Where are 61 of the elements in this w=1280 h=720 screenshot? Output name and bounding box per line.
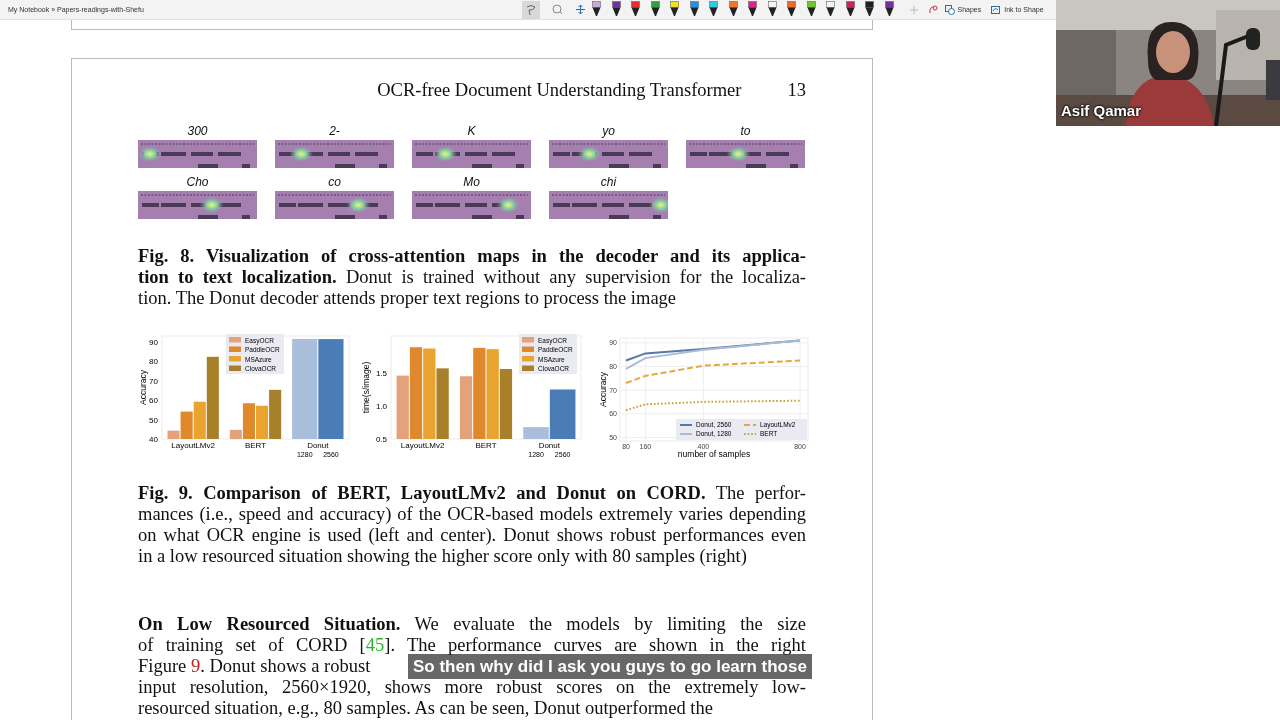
pen-icon[interactable] <box>787 1 796 18</box>
tick-label: 70 <box>149 376 158 386</box>
lasso-select-button[interactable] <box>522 0 540 19</box>
pen-icon[interactable] <box>689 1 699 18</box>
axis-label: time(s/image) <box>361 361 371 414</box>
pen-icon[interactable] <box>611 1 621 18</box>
tick-label: 0.5 <box>375 435 387 444</box>
pen-icon[interactable] <box>670 1 679 18</box>
category-label: BERT <box>244 441 267 450</box>
token-label: yo <box>602 123 615 140</box>
token-label: 300 <box>187 123 208 140</box>
running-title: OCR-free Document Understanding Transformer <box>377 79 742 101</box>
pen-icon[interactable] <box>884 1 894 18</box>
axis-label: number of samples <box>677 449 751 459</box>
tick-label: 90 <box>149 337 158 347</box>
axis-label: Accuracy <box>598 372 608 407</box>
pen-icon[interactable] <box>709 1 718 18</box>
category-label: BERT <box>475 441 497 450</box>
figure-caption: Fig. 9. Comparison of BERT, LayoutLMv2 and Donut on CORD. The perfor- mances (i.e., speed and accuracy) of the OCR-based models extremely varies depending on what OCR engine is used (left and center). Donut shows robust performances even in a low resourced situation showing the higher score only with 80 samples (right) <box>138 483 806 567</box>
tick-label: 50 <box>149 415 158 425</box>
pen-icon[interactable] <box>865 1 874 18</box>
eraser-icon[interactable] <box>552 4 563 15</box>
text-line: Figure 9. Donut shows a robust <box>138 656 371 677</box>
page-number: 13 <box>787 79 806 101</box>
tick-label: 80 <box>149 357 158 367</box>
token-label: chi <box>600 174 617 191</box>
participant-name: Asif Qamar <box>1061 102 1142 119</box>
pen-icon[interactable] <box>806 1 816 18</box>
figure-link[interactable]: 9 <box>190 656 201 676</box>
token-label: Cho <box>186 174 209 191</box>
tick-label: 1.0 <box>375 402 387 411</box>
ink-to-shape-icon <box>991 4 1002 15</box>
token-label: co <box>328 174 341 191</box>
pen-icon[interactable] <box>728 1 738 18</box>
paragraph: input resolution, 2560×1920, shows more robust scores on the extremely low- resourced situation, e.g., 80 samples. As can be seen, Donut outperformed the <box>138 677 806 719</box>
tick-label: 40 <box>149 435 158 444</box>
pen-icon[interactable] <box>592 1 601 18</box>
pen-icon[interactable] <box>845 1 855 18</box>
paragraph: On Low Resourced Situation. We evaluate the models by limiting the size of training set of CORD [45]. The performance curves are shown in the right <box>138 614 806 656</box>
pen-icon[interactable] <box>631 1 640 18</box>
tick-label: 1.5 <box>375 368 387 378</box>
token-label: Mo <box>463 174 480 191</box>
token-label: to <box>740 123 751 140</box>
ink-replay-icon[interactable] <box>927 4 938 15</box>
lasso-icon <box>525 3 537 16</box>
figure-caption: Fig. 8. Visualization of cross-attention maps in the decoder and its applica- tion to text localization. Donut is trained without any supervision for the localiza- tion. The Donut decoder attends proper text regions to process the image <box>138 246 806 309</box>
pen-icon[interactable] <box>650 1 660 18</box>
pen-icon[interactable] <box>826 1 835 18</box>
axis-label: Accuracy <box>138 370 148 405</box>
pen-icon[interactable] <box>748 1 757 18</box>
category-label: LayoutLMv2 <box>171 441 215 450</box>
token-label: 2- <box>329 123 340 140</box>
add-space-icon[interactable] <box>575 4 586 15</box>
category-label: LayoutLMv2 <box>400 441 445 450</box>
pen-icon[interactable] <box>767 1 777 18</box>
subtitle-toast: So then why did I ask you guys to go learn those <box>408 654 812 679</box>
category-label: Donut <box>307 441 329 450</box>
tick-label: 60 <box>149 396 158 406</box>
token-label: K <box>467 123 476 140</box>
category-label: Donut <box>538 441 560 450</box>
shapes-icon <box>944 4 955 15</box>
